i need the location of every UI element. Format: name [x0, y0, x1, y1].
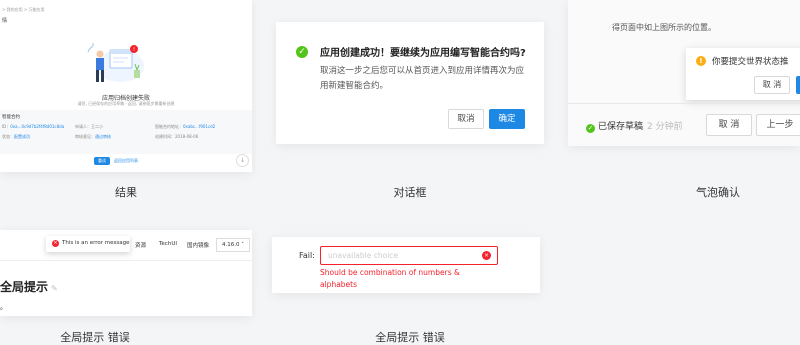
caption-form: 全局提示 错误	[375, 331, 445, 344]
global-message-card: × This is an error message 资源 TechUI 国内镜…	[0, 230, 252, 316]
popconfirm-bubble: ! 你要提交世界状态推 取 消	[686, 48, 800, 100]
header-divider	[0, 260, 252, 261]
caption-dialog: 对话框	[393, 186, 427, 199]
error-message-toast: × This is an error message	[46, 236, 130, 252]
popconfirm-ok-button[interactable]	[796, 76, 800, 94]
error-icon: ×	[52, 240, 59, 247]
popconfirm-question: 你要提交世界状态推	[712, 57, 789, 67]
caption-popconfirm: 气泡确认	[696, 186, 740, 199]
page-title: 全局提示 ✎	[0, 280, 58, 294]
warning-icon: !	[696, 56, 706, 66]
page-heading: 情	[2, 18, 8, 24]
nav-link-resources[interactable]: 资源	[135, 241, 146, 249]
paragraph-text: 。	[0, 303, 7, 311]
field-label: Fail:	[299, 251, 315, 260]
hint-text: 得页面中如上图所示的位置。	[612, 23, 716, 32]
info-field: 审核意见：通过审核	[75, 134, 111, 139]
divider	[568, 103, 800, 104]
back-to-list-link[interactable]: 返回应用列表	[114, 158, 138, 163]
cancel-button[interactable]: 取 消	[706, 114, 752, 136]
dialog-title: 应用创建成功！要继续为应用编写智能合约吗?	[320, 48, 526, 59]
result-card: > 我的应用 > 万能应用 情 ! 应用归档创建失败 请您, 已经保存的应用草稿…	[0, 0, 252, 172]
info-field: 智能合约地址：0xabc...f901cd2	[155, 124, 216, 129]
confirm-dialog: ✓ 应用创建成功！要继续为应用编写智能合约吗? 取消这一步之后您可以从首页进入到…	[276, 22, 544, 144]
choice-input[interactable]: unavailable choice ×	[320, 246, 498, 265]
info-heading: 智能合约	[2, 115, 20, 120]
info-field: 申请人：王二小	[75, 124, 103, 129]
nav-link-techui[interactable]: TechUI	[159, 241, 177, 247]
success-check-icon: ✓	[296, 46, 308, 58]
validation-error: Should be combination of numbers & alpha…	[320, 268, 460, 289]
draft-status: ✓ 已保存草稿 2 分钟前	[586, 122, 683, 133]
error-message-text: This is an error message	[62, 240, 130, 246]
popconfirm-cancel-button[interactable]: 取 消	[754, 76, 790, 94]
nav-link-mirror[interactable]: 国内镜像	[187, 241, 209, 249]
form-error-card: Fail: unavailable choice × Should be com…	[272, 237, 540, 293]
breadcrumb: > 我的应用 > 万能应用	[2, 7, 45, 12]
saved-check-icon: ✓	[586, 124, 595, 133]
failure-illustration: !	[87, 42, 144, 82]
download-icon[interactable]: ↓	[236, 154, 249, 167]
error-icon: ×	[482, 251, 491, 260]
info-field: ID：0xa...0c9d7b2f4f8d01c8da	[2, 124, 65, 129]
retry-button[interactable]: 重试	[94, 157, 110, 165]
result-description: 请您, 已经保存的应用草稿 · 返回, 请参照步骤重新创建	[77, 101, 175, 106]
info-field: 创建时间：2018-08-06	[155, 134, 199, 139]
caption-global: 全局提示 错误	[60, 331, 130, 344]
dialog-cancel-button[interactable]: 取消	[448, 109, 484, 129]
caption-result: 结果	[115, 186, 137, 199]
version-select[interactable]: 4.16.0 ˅	[216, 238, 250, 252]
dialog-body: 取消这一步之后您可以从首页进入到应用详情再次为应用新建智能合约。	[320, 66, 525, 91]
previous-step-button[interactable]: 上一步	[756, 114, 800, 136]
input-placeholder: unavailable choice	[328, 251, 399, 260]
svg-text:!: !	[133, 47, 135, 53]
edit-icon[interactable]: ✎	[51, 284, 58, 293]
dialog-confirm-button[interactable]: 确定	[489, 109, 525, 129]
result-info-panel: 智能合约 ID：0xa...0c9d7b2f4f8d01c8da 申请人：王二小…	[0, 110, 252, 154]
popconfirm-card: 得页面中如上图所示的位置。 ! 你要提交世界状态推 取 消 ✓ 已保存草稿 2 分钟…	[568, 0, 800, 146]
info-field: 状态：配置成功	[2, 134, 30, 139]
